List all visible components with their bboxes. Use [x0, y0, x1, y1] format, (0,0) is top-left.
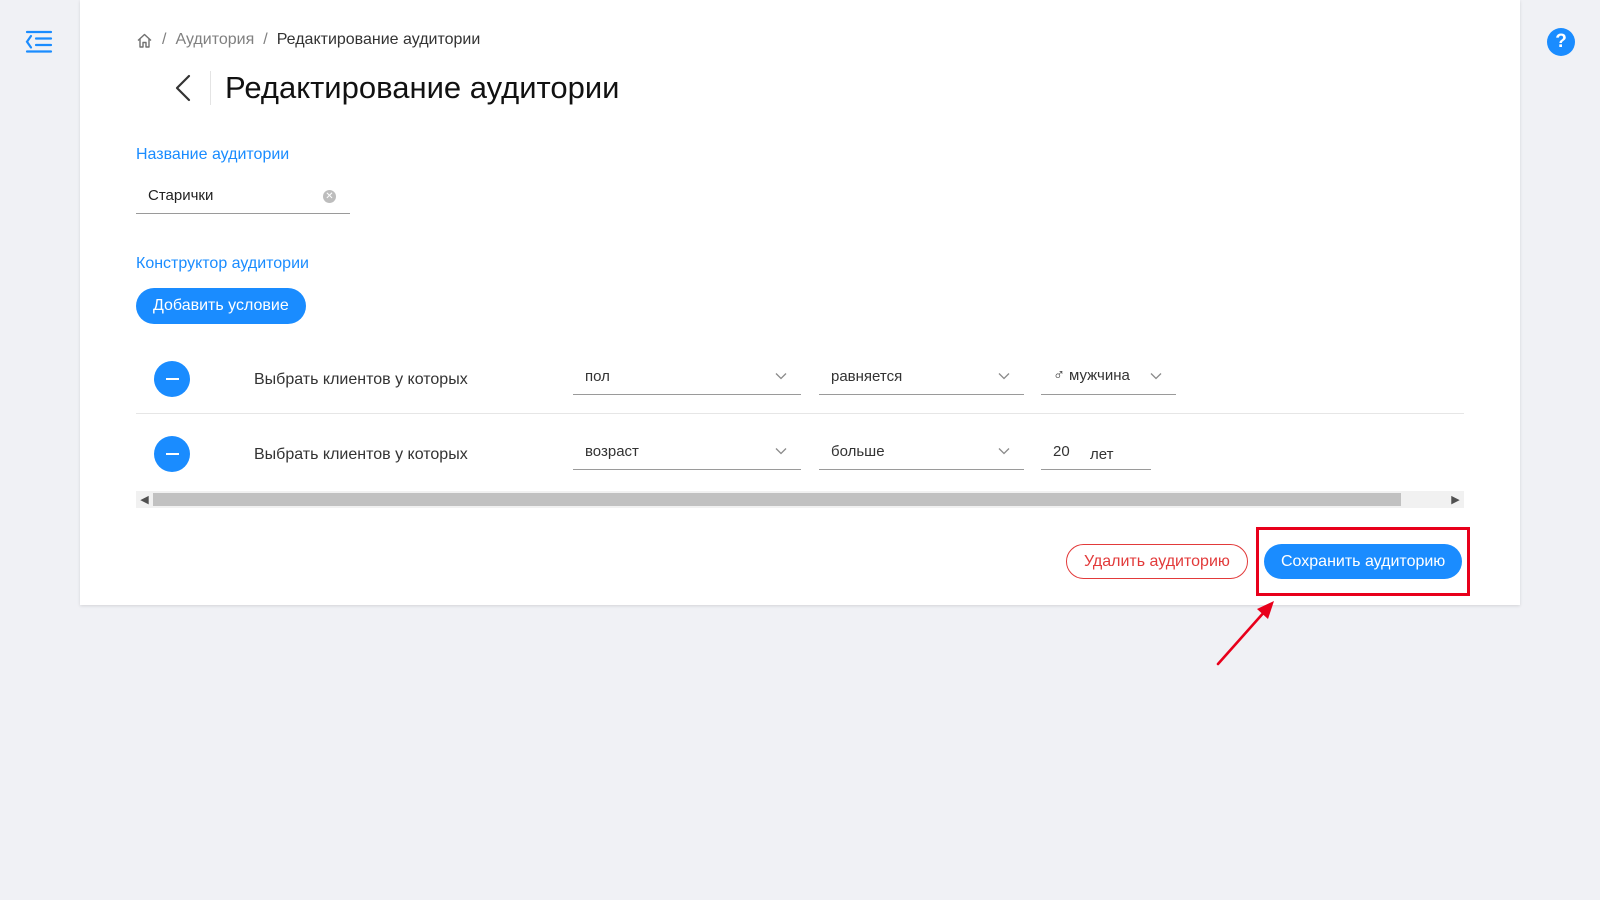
- add-condition-button[interactable]: Добавить условие: [136, 288, 306, 324]
- rule-value: ♂ мужчина: [1041, 367, 1150, 385]
- rule-field-value: пол: [585, 367, 610, 385]
- scroll-right-icon[interactable]: ▶: [1447, 491, 1464, 508]
- rule-field-value: возраст: [585, 442, 639, 460]
- chevron-down-icon: [775, 373, 787, 380]
- chevron-down-icon: [998, 373, 1010, 380]
- male-icon: ♂: [1053, 367, 1065, 384]
- title-divider: [210, 71, 211, 105]
- audience-builder-label: Конструктор аудитории: [136, 255, 309, 272]
- breadcrumb-current: Редактирование аудитории: [276, 31, 481, 48]
- title-row: Редактирование аудитории: [168, 70, 620, 106]
- clear-icon[interactable]: ✕: [323, 190, 336, 203]
- back-arrow-icon[interactable]: [168, 70, 198, 106]
- rule-row: Выбрать клиентов у которых возраст больш…: [136, 418, 1464, 488]
- remove-rule-button[interactable]: [154, 361, 190, 397]
- rule-operator-select[interactable]: больше: [819, 433, 1024, 470]
- remove-rule-button[interactable]: [154, 436, 190, 472]
- minus-icon: [165, 378, 179, 380]
- breadcrumb: / Аудитория / Редактирование аудитории: [136, 31, 480, 49]
- rule-operator-select[interactable]: равняется: [819, 358, 1024, 395]
- rule-field-select[interactable]: пол: [573, 358, 801, 395]
- page-title: Редактирование аудитории: [225, 70, 620, 105]
- menu-toggle-icon[interactable]: [24, 28, 54, 56]
- audience-name-field-wrap: ✕: [136, 178, 350, 214]
- breadcrumb-separator: /: [263, 31, 268, 48]
- rule-prefix-label: Выбрать клиентов у которых: [254, 371, 468, 388]
- scroll-left-icon[interactable]: ◀: [136, 491, 153, 508]
- horizontal-scrollbar[interactable]: ◀ ▶: [136, 491, 1464, 508]
- rule-value-text: мужчина: [1069, 367, 1130, 384]
- minus-icon: [165, 453, 179, 455]
- rule-operator-value: равняется: [831, 367, 903, 385]
- chevron-down-icon: [998, 448, 1010, 455]
- chevron-down-icon: [775, 448, 787, 455]
- rule-unit-label: лет: [1090, 446, 1114, 463]
- breadcrumb-audience-link[interactable]: Аудитория: [175, 31, 254, 49]
- annotation-arrow-icon: [1216, 601, 1274, 666]
- save-audience-button[interactable]: Сохранить аудиторию: [1264, 544, 1463, 579]
- delete-audience-button[interactable]: Удалить аудиторию: [1066, 544, 1248, 579]
- audience-name-input[interactable]: [136, 187, 318, 204]
- rule-value-select[interactable]: ♂ мужчина: [1041, 358, 1176, 395]
- help-button[interactable]: ?: [1547, 28, 1575, 56]
- rule-field-select[interactable]: возраст: [573, 433, 801, 470]
- breadcrumb-separator: /: [162, 31, 167, 48]
- rule-operator-value: больше: [831, 442, 885, 460]
- chevron-down-icon: [1150, 373, 1162, 380]
- scrollbar-thumb[interactable]: [153, 493, 1401, 506]
- audience-name-label: Название аудитории: [136, 146, 290, 163]
- rule-prefix-label: Выбрать клиентов у которых: [254, 446, 468, 463]
- rule-row: Выбрать клиентов у которых пол равняется…: [136, 343, 1464, 414]
- audience-edit-card: / Аудитория / Редактирование аудитории Р…: [80, 0, 1520, 605]
- home-icon[interactable]: [136, 32, 153, 49]
